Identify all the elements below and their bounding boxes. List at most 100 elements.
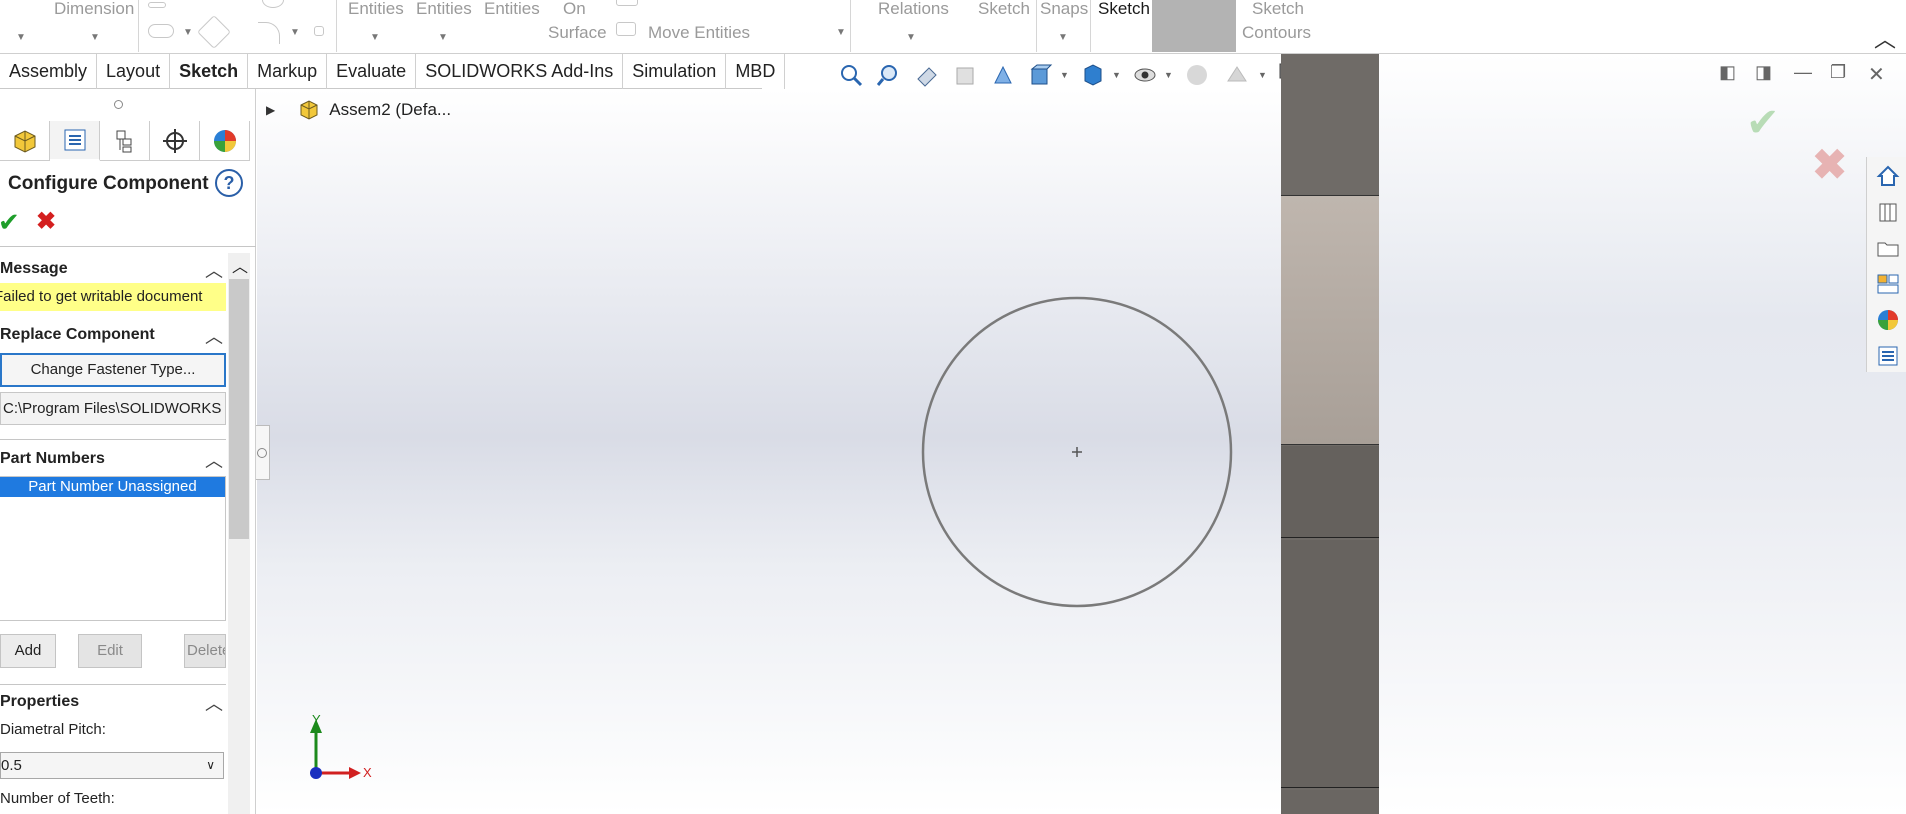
part-number-list[interactable]: Part Number Unassigned (0, 476, 226, 621)
feature-manager-tab-icon[interactable] (0, 121, 50, 161)
dropdown-arrow-icon[interactable]: ▼ (90, 32, 100, 43)
tile-right-icon[interactable]: ◨ (1755, 62, 1772, 83)
feature-tree-root[interactable]: ▶ Assem2 (Defa... (266, 98, 451, 122)
scrollbar-thumb[interactable] (229, 279, 249, 539)
configuration-manager-tab-icon[interactable] (100, 121, 150, 161)
tile-left-icon[interactable]: ◧ (1719, 62, 1736, 83)
cancel-x-icon[interactable]: ✖ (36, 207, 56, 236)
ribbon-offset-on-surface-line1[interactable]: On (563, 0, 586, 20)
solidworks-resources-icon[interactable] (1873, 161, 1903, 191)
appearances-icon[interactable] (1873, 305, 1903, 335)
dropdown-arrow-icon[interactable]: ▼ (836, 27, 846, 38)
chevron-up-icon[interactable]: ︿ (205, 323, 223, 349)
chevron-down-icon[interactable]: ∨ (206, 753, 215, 778)
fillet-icon[interactable] (258, 22, 280, 44)
part-body-strip[interactable] (1281, 54, 1379, 814)
zoom-to-area-icon[interactable] (874, 60, 904, 90)
ribbon-convert-entities[interactable]: Entities (416, 0, 472, 20)
dropdown-arrow-icon[interactable]: ▼ (1058, 32, 1068, 43)
tab-sketch[interactable]: Sketch (170, 54, 249, 89)
design-library-icon[interactable] (1873, 197, 1903, 227)
custom-properties-icon[interactable] (1873, 341, 1903, 371)
assembly-name[interactable]: Assem2 (Defa... (329, 100, 451, 120)
section-properties-header[interactable]: Properties (0, 693, 79, 711)
graphics-area[interactable]: Y X (257, 89, 1281, 814)
polygon-icon[interactable] (197, 15, 231, 49)
close-icon[interactable]: ✕ (1868, 62, 1885, 87)
dimxpert-manager-tab-icon[interactable] (150, 121, 200, 161)
list-item-selected[interactable]: Part Number Unassigned (0, 477, 225, 497)
line-icon[interactable] (148, 2, 166, 8)
dropdown-arrow-icon[interactable]: ▼ (183, 27, 193, 38)
ribbon-relations[interactable]: Relations (878, 0, 949, 20)
ribbon-trim-entities[interactable]: Entities (348, 0, 404, 20)
ribbon-offset-entities[interactable]: Entities (484, 0, 540, 20)
ribbon-smart-dimension[interactable]: Dimension (54, 0, 134, 20)
dropdown-arrow-icon[interactable]: ▼ (1112, 70, 1121, 80)
dropdown-arrow-icon[interactable]: ▼ (16, 32, 26, 43)
ribbon-offset-on-surface-line2[interactable]: Surface (548, 22, 607, 44)
dynamic-annotation-icon[interactable] (988, 60, 1018, 90)
section-message-header[interactable]: Message (0, 260, 68, 278)
ribbon-instant2d-button[interactable] (1152, 0, 1236, 52)
ribbon-sketch-contours-line1[interactable]: Sketch (1252, 0, 1304, 20)
delete-button[interactable]: Delete (184, 634, 226, 668)
property-manager-tab-icon[interactable] (50, 121, 100, 161)
tab-markup[interactable]: Markup (248, 54, 328, 89)
slot-icon[interactable] (148, 24, 174, 38)
chevron-up-icon[interactable]: ︿ (205, 690, 223, 716)
dropdown-arrow-icon[interactable]: ▼ (1164, 70, 1173, 80)
previous-view-icon[interactable] (912, 60, 942, 90)
section-part-numbers-header[interactable]: Part Numbers (0, 450, 105, 468)
file-explorer-icon[interactable] (1873, 233, 1903, 263)
component-path-field[interactable]: C:\Program Files\SOLIDWORKS (0, 392, 226, 425)
hide-show-items-icon[interactable] (1130, 60, 1160, 90)
tab-mbd[interactable]: MBD (726, 54, 786, 89)
expand-arrow-icon[interactable]: ▶ (266, 103, 275, 117)
ribbon-sketch-contours-line2[interactable]: Contours (1242, 22, 1311, 44)
section-replace-component-header[interactable]: Replace Component (0, 326, 155, 344)
change-fastener-type-button[interactable]: Change Fastener Type... (0, 353, 226, 387)
panel-collapse-handle[interactable] (256, 425, 270, 480)
restore-icon[interactable]: ❐ (1830, 62, 1846, 83)
tab-assembly[interactable]: Assembly (0, 54, 98, 89)
panel-drag-handle[interactable] (114, 100, 123, 109)
chevron-up-icon[interactable]: ︿ (205, 447, 223, 473)
display-manager-tab-icon[interactable] (200, 121, 250, 161)
confirmation-ok-icon[interactable]: ✔ (1746, 100, 1780, 146)
edit-appearance-icon[interactable] (1182, 60, 1212, 90)
view-palette-icon[interactable] (1873, 269, 1903, 299)
zoom-to-fit-icon[interactable] (836, 60, 866, 90)
tab-simulation[interactable]: Simulation (623, 54, 727, 89)
diametral-pitch-select[interactable]: 0.5 ∨ (0, 752, 224, 779)
confirmation-cancel-icon[interactable]: ✖ (1812, 140, 1847, 189)
chevron-up-icon[interactable]: ︿ (205, 257, 223, 283)
edit-button[interactable]: Edit (78, 634, 142, 668)
tab-layout[interactable]: Layout (97, 54, 171, 89)
tab-evaluate[interactable]: Evaluate (327, 54, 417, 89)
ok-check-icon[interactable]: ✔ (0, 207, 20, 238)
ribbon-repair-sketch[interactable]: Sketch (978, 0, 1030, 20)
collapse-ribbon-icon[interactable]: ︿ (1874, 22, 1896, 54)
circle-icon[interactable] (262, 0, 284, 8)
view-orientation-icon[interactable] (1026, 60, 1056, 90)
ribbon-rapid-sketch[interactable]: Sketch (1098, 0, 1150, 20)
sketch-canvas[interactable]: Y X (257, 89, 1281, 814)
tab-solidworks-add-ins[interactable]: SOLIDWORKS Add-Ins (416, 54, 624, 89)
dropdown-arrow-icon[interactable]: ▼ (370, 32, 380, 43)
scroll-up-icon[interactable]: ︿ (232, 253, 248, 277)
minimize-icon[interactable]: — (1794, 62, 1812, 83)
ribbon-move-entities[interactable]: Move Entities (648, 22, 750, 44)
dropdown-arrow-icon[interactable]: ▼ (906, 32, 916, 43)
help-icon[interactable]: ? (215, 169, 243, 197)
move-entities-icon[interactable] (616, 22, 636, 36)
apply-scene-icon[interactable] (1222, 60, 1252, 90)
dropdown-arrow-icon[interactable]: ▼ (1060, 70, 1069, 80)
linear-pattern-icon[interactable] (616, 0, 638, 6)
point-icon[interactable] (314, 26, 324, 36)
dropdown-arrow-icon[interactable]: ▼ (290, 27, 300, 38)
ribbon-quick-snaps[interactable]: Snaps (1040, 0, 1088, 20)
section-view-icon[interactable] (950, 60, 980, 90)
dropdown-arrow-icon[interactable]: ▼ (438, 32, 448, 43)
add-button[interactable]: Add (0, 634, 56, 668)
